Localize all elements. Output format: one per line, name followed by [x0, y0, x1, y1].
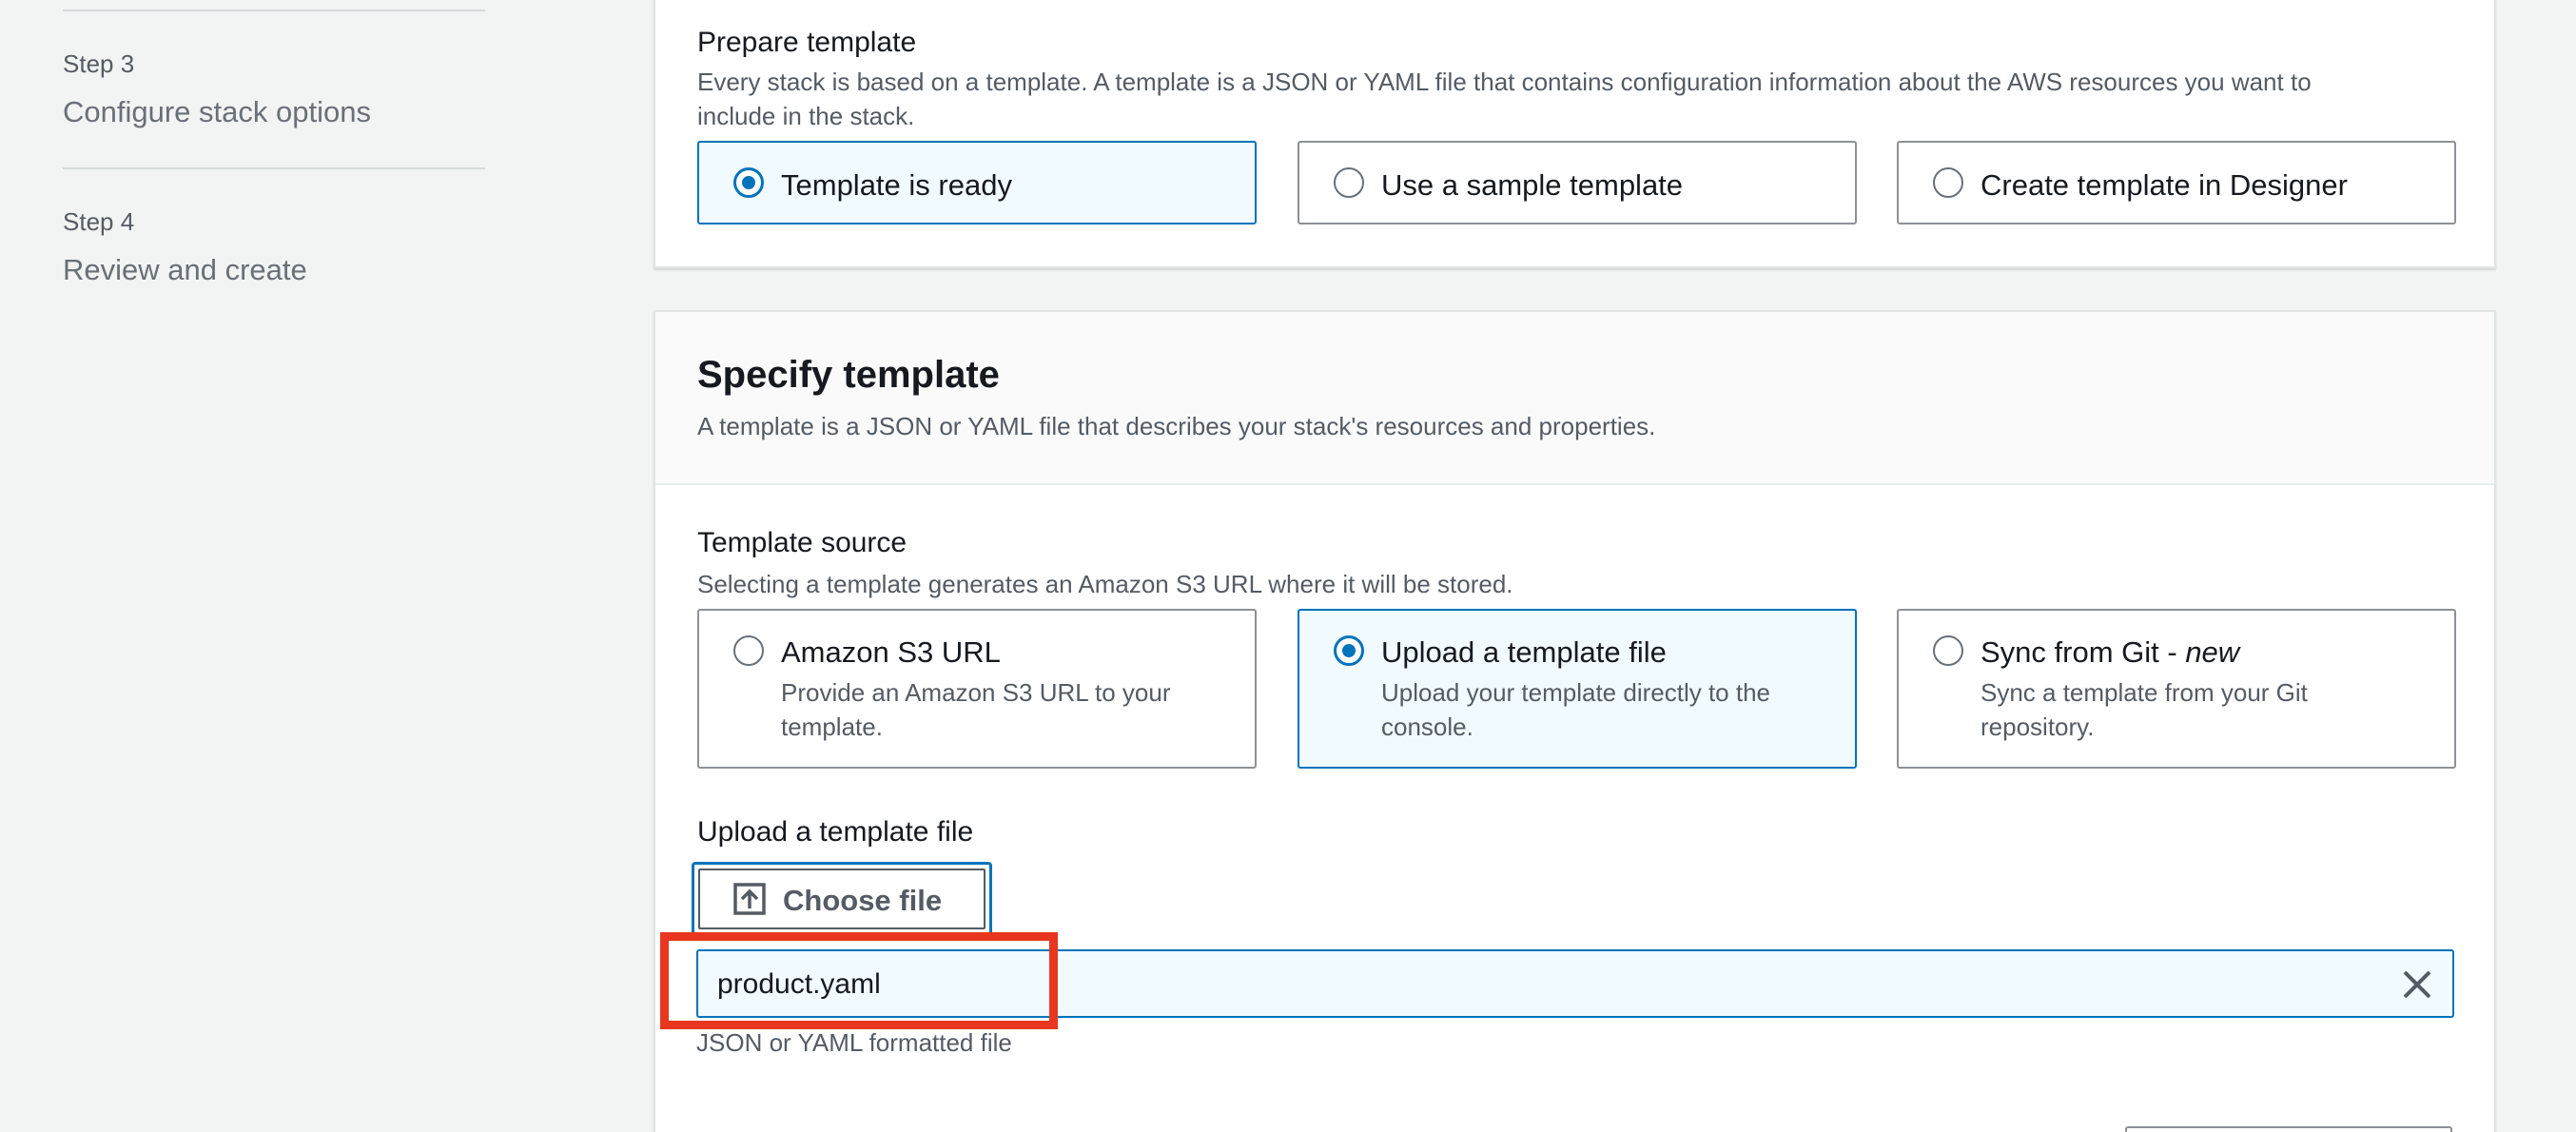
file-constraint-text: JSON or YAML formatted file — [696, 1028, 1012, 1057]
radio-button[interactable] — [733, 167, 764, 198]
new-tag: new — [2185, 635, 2240, 669]
upload-template-label: Upload a template file — [697, 816, 974, 848]
radio-button[interactable] — [733, 635, 764, 666]
choose-file-label: Choose file — [783, 884, 943, 917]
choose-file-button[interactable]: Choose file — [692, 862, 992, 936]
prepare-template-label: Prepare template — [697, 27, 917, 58]
wizard-steps-nav: Step 3 Configure stack options Step 4 Re… — [0, 0, 590, 1132]
specify-template-title: Specify template — [697, 354, 1000, 396]
option-upload-template-file[interactable]: Upload a template file Upload your templ… — [1298, 609, 1857, 769]
option-label: Template is ready — [781, 168, 1012, 202]
close-icon[interactable] — [2399, 966, 2435, 1003]
option-description: Upload your template directly to the con… — [1381, 678, 1770, 741]
option-label: Use a sample template — [1381, 168, 1684, 202]
step-3-link[interactable]: Configure stack options — [63, 95, 371, 129]
upload-icon — [733, 883, 766, 915]
panel-header: Specify template A template is a JSON or… — [655, 312, 2494, 485]
option-sync-from-git[interactable]: Sync from Git - new Sync a template from… — [1897, 609, 2456, 769]
radio-button[interactable] — [1933, 167, 1963, 198]
template-source-description: Selecting a template generates an Amazon… — [697, 570, 1513, 598]
radio-button[interactable] — [1334, 167, 1364, 198]
option-description: Sync a template from your Git repository… — [1981, 678, 2308, 741]
template-source-label: Template source — [697, 527, 907, 558]
option-description: Provide an Amazon S3 URL to your templat… — [781, 678, 1171, 741]
partially-visible-button[interactable] — [2125, 1126, 2452, 1132]
radio-button[interactable] — [1933, 635, 1963, 666]
option-use-sample-template[interactable]: Use a sample template — [1298, 141, 1857, 224]
prepare-template-panel: Prepare template Every stack is based on… — [654, 0, 2496, 268]
option-label: Create template in Designer — [1981, 168, 2348, 202]
step-divider — [63, 10, 485, 11]
step-divider — [63, 167, 485, 169]
option-title: Sync from Git - new — [1981, 635, 2240, 669]
option-title: Amazon S3 URL — [781, 635, 1001, 669]
step-3-label: Step 3 — [63, 49, 135, 78]
specify-template-description: A template is a JSON or YAML file that d… — [697, 412, 1656, 440]
option-title: Upload a template file — [1381, 635, 1667, 669]
option-amazon-s3-url[interactable]: Amazon S3 URL Provide an Amazon S3 URL t… — [697, 609, 1257, 769]
file-name: product.yaml — [717, 968, 881, 1000]
step-4-link[interactable]: Review and create — [63, 253, 307, 287]
radio-button[interactable] — [1334, 635, 1364, 666]
option-template-is-ready[interactable]: Template is ready — [697, 141, 1257, 224]
option-create-in-designer[interactable]: Create template in Designer — [1897, 141, 2456, 224]
selected-file-token: product.yaml — [696, 949, 2454, 1018]
step-4-label: Step 4 — [63, 207, 135, 236]
prepare-template-description: Every stack is based on a template. A te… — [697, 68, 2312, 130]
